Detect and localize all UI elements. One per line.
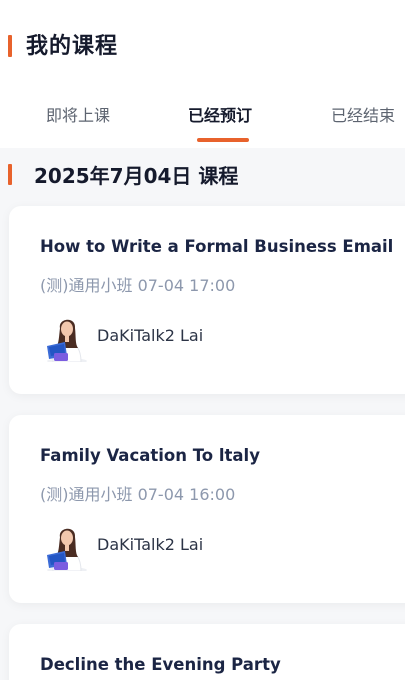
teacher-info: DaKiTalk2 Lai (45, 312, 345, 364)
course-title: Family Vacation To ltaly (40, 446, 260, 465)
header-accent-bar (8, 35, 12, 57)
course-card[interactable]: How to Write a Formal Business Email (测)… (9, 206, 405, 394)
course-card[interactable]: Family Vacation To ltaly (测)通用小班 07-04 1… (9, 415, 405, 603)
tab-booked[interactable]: 已经预订 (188, 102, 252, 126)
teacher-name: DaKiTalk2 Lai (97, 326, 204, 345)
course-tabs: 即将上课 已经预订 已经结束 (0, 92, 405, 148)
header: 我的课程 (0, 0, 405, 92)
course-title: Decline the Evening Party (40, 655, 281, 674)
date-section: 2025年7月04日 课程 (0, 148, 405, 200)
section-accent-bar (8, 164, 12, 185)
course-card[interactable]: Decline the Evening Party (9, 624, 405, 680)
active-tab-indicator (197, 138, 249, 142)
tab-finished[interactable]: 已经结束 (331, 102, 395, 126)
tab-upcoming[interactable]: 即将上课 (46, 102, 110, 126)
teacher-name: DaKiTalk2 Lai (97, 535, 204, 554)
section-title: 2025年7月04日 课程 (34, 164, 239, 188)
course-meta: (测)通用小班 07-04 16:00 (40, 485, 236, 504)
course-title: How to Write a Formal Business Email (40, 237, 394, 256)
my-courses-page: 我的课程 即将上课 已经预订 已经结束 2025年7月04日 课程 How to… (0, 0, 405, 680)
teacher-avatar-icon (47, 528, 87, 571)
course-meta: (测)通用小班 07-04 17:00 (40, 276, 236, 295)
teacher-info: DaKiTalk2 Lai (45, 521, 345, 573)
page-title: 我的课程 (26, 34, 119, 59)
teacher-avatar-icon (47, 319, 87, 362)
